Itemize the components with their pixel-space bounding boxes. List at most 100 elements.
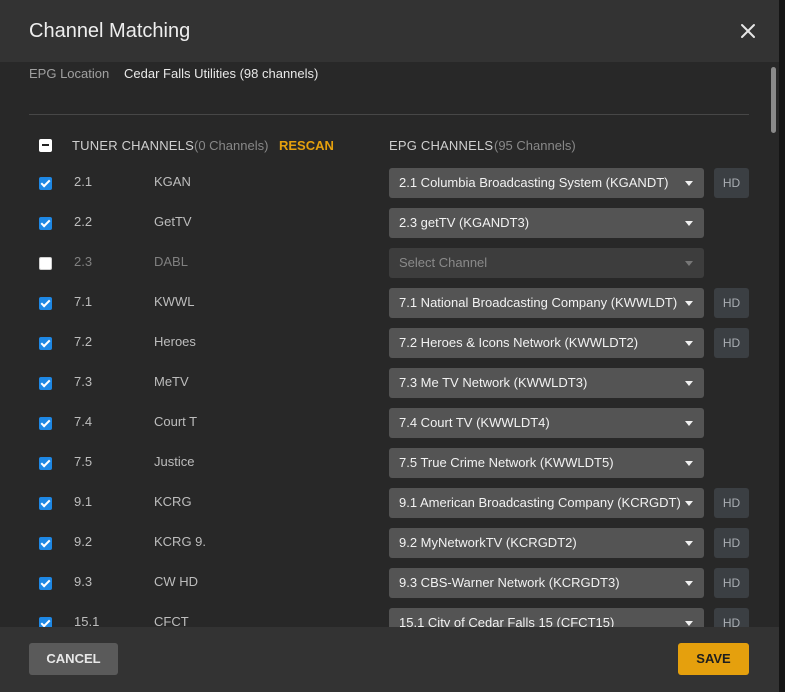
channel-number: 9.3 [74, 574, 93, 589]
channel-checkbox[interactable] [39, 577, 52, 590]
epg-channel-select[interactable]: 9.3 CBS-Warner Network (KCRGDT3) [389, 568, 704, 598]
channel-name: KCRG 9. [154, 534, 207, 549]
channel-checkbox[interactable] [39, 537, 52, 550]
column-header-row: TUNER CHANNELS (0 Channels) RESCAN EPG C… [0, 134, 779, 156]
chevron-down-icon [685, 461, 693, 466]
channel-number: 2.1 [74, 174, 93, 189]
channel-row: 9.3 CW HD 9.3 CBS-Warner Network (KCRGDT3)… [0, 562, 779, 602]
dialog-header: Channel Matching [0, 0, 779, 62]
chevron-down-icon [685, 381, 693, 386]
channel-row: 2.1 KGAN 2.1 Columbia Broadcasting System … [0, 162, 779, 202]
epg-channel-select-value: 9.2 MyNetworkTV (KCRGDT2) [399, 535, 577, 550]
channel-checkbox[interactable] [39, 217, 52, 230]
epg-channels-header: EPG CHANNELS [389, 138, 494, 153]
close-icon [741, 24, 755, 38]
channel-row: 7.4 Court T 7.4 Court TV (KWWLDT4) [0, 402, 779, 442]
epg-channel-select-value: 9.3 CBS-Warner Network (KCRGDT3) [399, 575, 620, 590]
channel-name: CW HD [154, 574, 199, 589]
channel-number: 7.1 [74, 294, 93, 309]
channel-name: KCRG [154, 494, 192, 509]
channel-name: KWWL [154, 294, 195, 309]
dialog-body[interactable]: EPG Location Cedar Falls Utilities (98 c… [0, 62, 779, 627]
tuner-channels-header: TUNER CHANNELS [72, 138, 194, 153]
select-all-checkbox[interactable] [39, 139, 52, 152]
channel-name: GetTV [154, 214, 192, 229]
chevron-down-icon [685, 181, 693, 186]
hd-badge: HD [714, 288, 749, 318]
epg-channel-select-value: 7.4 Court TV (KWWLDT4) [399, 415, 550, 430]
channel-name: KGAN [154, 174, 191, 189]
epg-channel-select[interactable]: Select Channel [389, 248, 704, 278]
scrollbar-thumb[interactable] [771, 67, 776, 133]
chevron-down-icon [685, 621, 693, 626]
channel-row: 2.2 GetTV 2.3 getTV (KGANDT3) [0, 202, 779, 242]
channel-number: 7.2 [74, 334, 93, 349]
cancel-button[interactable]: CANCEL [29, 643, 118, 675]
chevron-down-icon [685, 581, 693, 586]
channel-checkbox[interactable] [39, 457, 52, 470]
backdrop-strip [779, 0, 785, 692]
channel-name: DABL [154, 254, 188, 269]
epg-channel-select-value: 15.1 City of Cedar Falls 15 (CFCT15) [399, 615, 615, 627]
epg-channel-select[interactable]: 7.5 True Crime Network (KWWLDT5) [389, 448, 704, 478]
chevron-down-icon [685, 261, 693, 266]
channel-checkbox[interactable] [39, 497, 52, 510]
channel-number: 7.5 [74, 454, 93, 469]
chevron-down-icon [685, 421, 693, 426]
channel-name: Justice [154, 454, 195, 469]
channel-number: 2.3 [74, 254, 93, 269]
dialog-title: Channel Matching [29, 20, 191, 42]
hd-badge: HD [714, 608, 749, 627]
channel-checkbox[interactable] [39, 297, 52, 310]
hd-badge: HD [714, 168, 749, 198]
channel-name: MeTV [154, 374, 189, 389]
epg-channel-select-value: 7.2 Heroes & Icons Network (KWWLDT2) [399, 335, 639, 350]
channel-checkbox[interactable] [39, 617, 52, 627]
chevron-down-icon [685, 301, 693, 306]
channel-name: CFCT [154, 614, 189, 627]
epg-channel-select-value: Select Channel [399, 255, 488, 270]
epg-channel-select[interactable]: 15.1 City of Cedar Falls 15 (CFCT15) [389, 608, 704, 627]
epg-channel-select[interactable]: 2.3 getTV (KGANDT3) [389, 208, 704, 238]
channel-number: 7.3 [74, 374, 93, 389]
epg-channel-select[interactable]: 7.3 Me TV Network (KWWLDT3) [389, 368, 704, 398]
channel-number: 9.2 [74, 534, 93, 549]
epg-channel-select-value: 2.3 getTV (KGANDT3) [399, 215, 530, 230]
epg-channel-select-value: 2.1 Columbia Broadcasting System (KGANDT… [399, 175, 669, 190]
epg-channel-select[interactable]: 7.2 Heroes & Icons Network (KWWLDT2) [389, 328, 704, 358]
channel-number: 7.4 [74, 414, 93, 429]
epg-channel-select[interactable]: 2.1 Columbia Broadcasting System (KGANDT… [389, 168, 704, 198]
channel-number: 9.1 [74, 494, 93, 509]
channel-row: 15.1 CFCT 15.1 City of Cedar Falls 15 (CFC… [0, 602, 779, 627]
channel-row: 9.2 KCRG 9. 9.2 MyNetworkTV (KCRGDT2) HD [0, 522, 779, 562]
channel-checkbox[interactable] [39, 337, 52, 350]
epg-channel-select-value: 9.1 American Broadcasting Company (KCRGD… [399, 495, 681, 510]
epg-channel-select[interactable]: 7.4 Court TV (KWWLDT4) [389, 408, 704, 438]
channel-row: 7.1 KWWL 7.1 National Broadcasting Company… [0, 282, 779, 322]
channel-name: Court T [154, 414, 198, 429]
chevron-down-icon [685, 341, 693, 346]
channel-checkbox[interactable] [39, 177, 52, 190]
dialog-footer: CANCEL SAVE [0, 627, 779, 692]
close-button[interactable] [736, 19, 760, 43]
hd-badge: HD [714, 328, 749, 358]
epg-channel-select[interactable]: 9.2 MyNetworkTV (KCRGDT2) [389, 528, 704, 558]
hd-badge: HD [714, 528, 749, 558]
epg-channel-select-value: 7.1 National Broadcasting Company (KWWLD… [399, 295, 678, 310]
epg-channel-select[interactable]: 7.1 National Broadcasting Company (KWWLD… [389, 288, 704, 318]
rescan-button[interactable]: RESCAN [279, 138, 334, 153]
chevron-down-icon [685, 221, 693, 226]
chevron-down-icon [685, 501, 693, 506]
channel-number: 2.2 [74, 214, 93, 229]
channel-checkbox[interactable] [39, 377, 52, 390]
channel-row: 9.1 KCRG 9.1 American Broadcasting Company… [0, 482, 779, 522]
channel-name: Heroes [154, 334, 196, 349]
channel-checkbox[interactable] [39, 417, 52, 430]
channel-checkbox[interactable] [39, 257, 52, 270]
channel-row: 7.2 Heroes 7.2 Heroes & Icons Network (KWW… [0, 322, 779, 362]
save-button[interactable]: SAVE [678, 643, 749, 675]
chevron-down-icon [685, 541, 693, 546]
tuner-channels-count: (0 Channels) [194, 138, 269, 153]
epg-location-label: EPG Location [29, 66, 110, 81]
epg-channel-select[interactable]: 9.1 American Broadcasting Company (KCRGD… [389, 488, 704, 518]
